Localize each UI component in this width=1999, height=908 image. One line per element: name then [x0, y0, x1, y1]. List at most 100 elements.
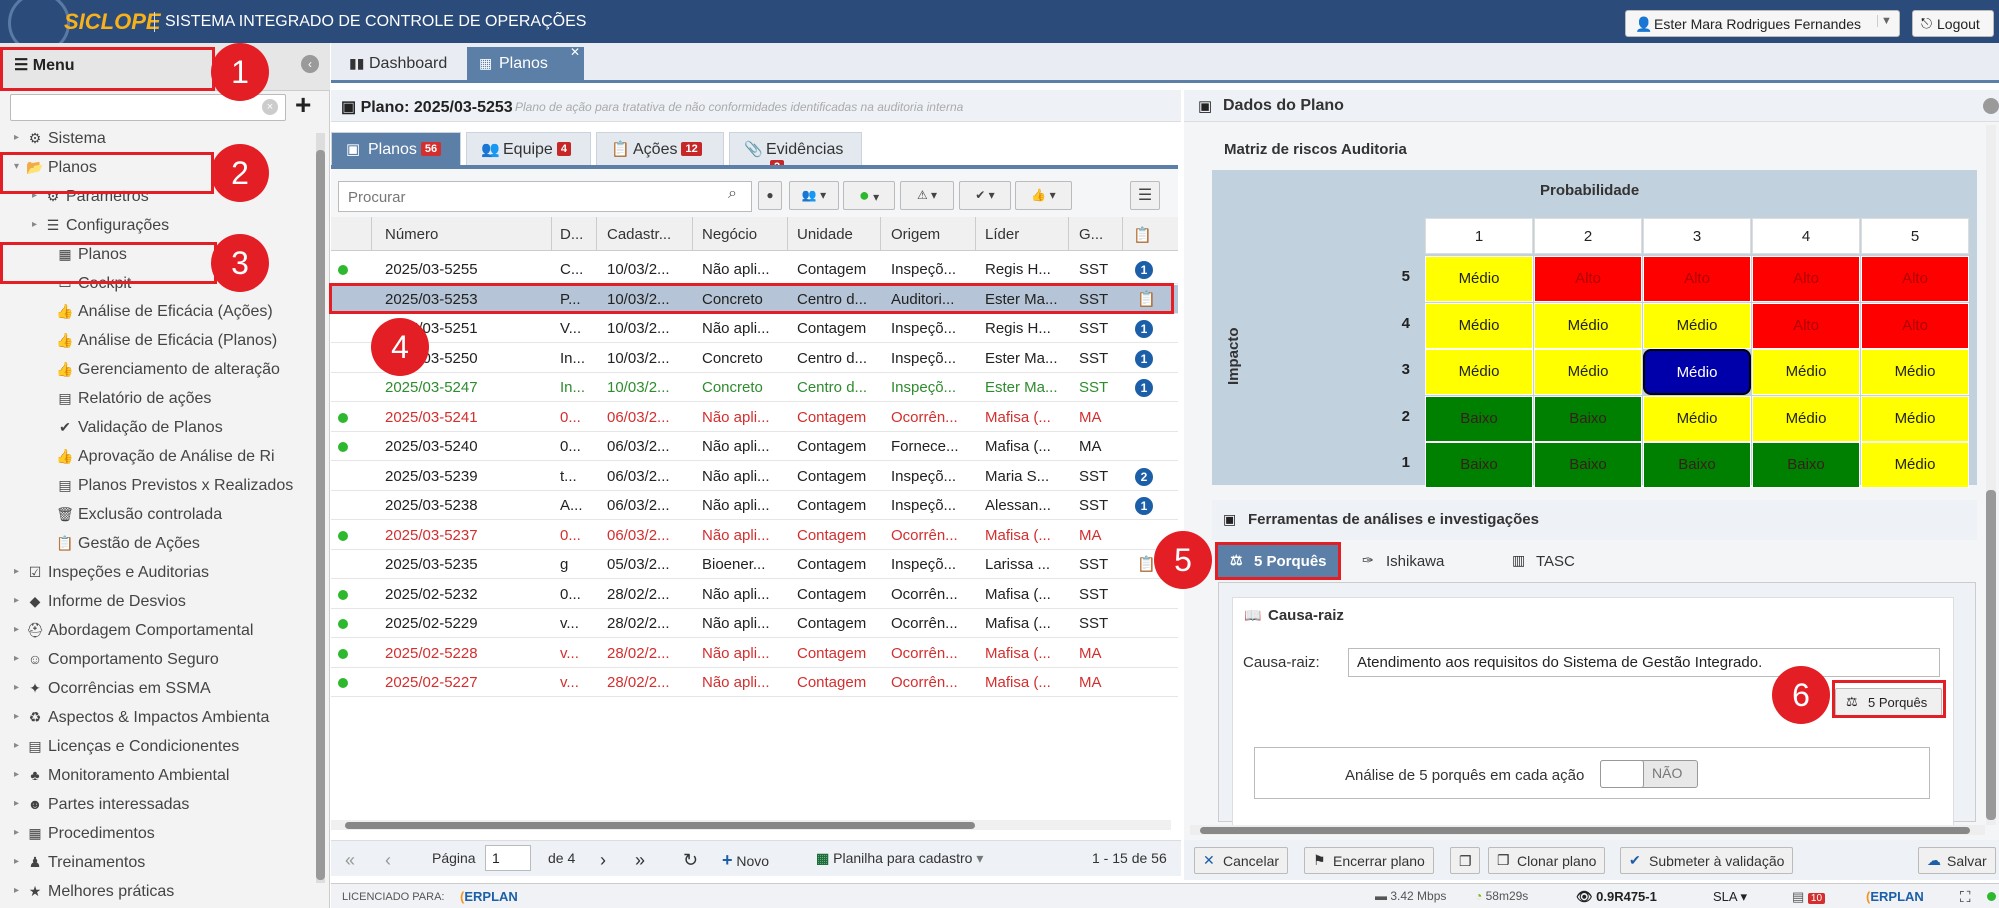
collapse-menu-button[interactable]: ‹: [301, 55, 319, 73]
tab-dashboard[interactable]: ▮▮ Dashboard: [337, 47, 454, 83]
table-row[interactable]: 2025/03-5241 0... 06/03/2... Não apli... Con…: [331, 403, 1178, 432]
subtab-equipe[interactable]: 👥 Equipe 4: [466, 132, 591, 165]
root-cause-input[interactable]: Atendimento aos requisitos do Sistema de…: [1348, 648, 1940, 677]
clone-plan-button[interactable]: ❐ Clonar plano: [1488, 847, 1606, 874]
column-header[interactable]: Líder: [985, 226, 1019, 243]
table-row[interactable]: 2025/03-5235 g 05/03/2... Bioener... Contage…: [331, 550, 1178, 579]
risk-cell[interactable]: Alto: [1861, 256, 1969, 302]
risk-cell[interactable]: Baixo: [1534, 442, 1642, 488]
menu-scrollbar-thumb[interactable]: [316, 150, 325, 880]
menu-item[interactable]: ▸ ◆ Informe de Desvios: [14, 590, 186, 612]
risk-cell[interactable]: Médio: [1861, 395, 1969, 442]
table-row[interactable]: 2025/03-5250 In... 10/03/2... Concreto Centr…: [331, 344, 1178, 373]
table-row[interactable]: 2025/03-5237 0... 06/03/2... Não apli... Con…: [331, 521, 1178, 550]
risk-cell[interactable]: Baixo: [1425, 395, 1533, 442]
menu-item[interactable]: ▸ ☻ Partes interessadas: [14, 793, 189, 815]
column-header[interactable]: Unidade: [797, 226, 853, 243]
add-icon[interactable]: +: [295, 91, 317, 121]
page-number-input[interactable]: 1: [485, 845, 531, 871]
logout-button[interactable]: ⎋ Logout: [1912, 10, 1994, 37]
risk-cell[interactable]: Alto: [1643, 256, 1751, 302]
refresh-icon[interactable]: ↻: [683, 850, 698, 871]
menu-item[interactable]: ▸ ▦ Procedimentos: [14, 822, 155, 844]
table-row[interactable]: 2025/02-5228 v... 28/02/2... Não apli... Con…: [331, 639, 1178, 668]
expand-icon[interactable]: ▸: [14, 851, 26, 873]
expand-icon[interactable]: ▸: [14, 561, 26, 583]
expand-icon[interactable]: ▸: [32, 214, 44, 236]
close-icon[interactable]: ✕: [570, 45, 580, 59]
risk-cell[interactable]: Alto: [1752, 302, 1860, 349]
risk-cell[interactable]: Baixo: [1425, 442, 1533, 488]
risk-cell[interactable]: Médio: [1861, 442, 1969, 488]
check-filter-dropdown[interactable]: ✔ ▾: [959, 181, 1011, 210]
menu-item[interactable]: 🗑 Exclusão controlada: [44, 503, 222, 525]
copy-button[interactable]: ❐: [1450, 847, 1480, 874]
menu-item[interactable]: ▸ ▤ Licenças e Condicionentes: [14, 735, 239, 757]
column-header[interactable]: Origem: [891, 226, 940, 243]
column-header[interactable]: Cadastr...: [607, 226, 671, 243]
action-count-badge[interactable]: 1: [1135, 497, 1153, 515]
risk-cell[interactable]: Alto: [1534, 256, 1642, 302]
expand-icon[interactable]: ▸: [14, 735, 26, 757]
risk-cell[interactable]: Médio: [1425, 256, 1533, 302]
expand-icon[interactable]: ▸: [14, 590, 26, 612]
toggle-knob[interactable]: [1600, 760, 1644, 788]
menu-item[interactable]: ▸ ☑ Inspeções e Auditorias: [14, 561, 209, 583]
risk-cell[interactable]: Médio: [1752, 395, 1860, 442]
menu-item[interactable]: ✔ Validação de Planos: [44, 416, 223, 438]
action-count-badge[interactable]: 2: [1135, 467, 1153, 486]
table-row[interactable]: 2025/03-5238 A... 06/03/2... Não apli... Con…: [331, 491, 1178, 520]
collapse-panel-button[interactable]: [1983, 98, 1999, 114]
expand-icon[interactable]: ▸: [14, 127, 26, 149]
risk-cell[interactable]: Médio: [1425, 349, 1533, 395]
menu-item[interactable]: ▸ ★ Melhores práticas: [14, 880, 174, 902]
expand-icon[interactable]: ▸: [14, 764, 26, 786]
expand-icon[interactable]: ▸: [14, 677, 26, 699]
menu-item[interactable]: 👍 Gerenciamento de alteração: [44, 358, 280, 380]
save-button[interactable]: ☁ Salvar: [1918, 847, 1996, 874]
risk-cell[interactable]: Baixo: [1643, 442, 1751, 488]
menu-item[interactable]: ▸ ☺ Comportamento Seguro: [14, 648, 219, 670]
panel-hscroll-thumb[interactable]: [1200, 827, 1970, 834]
close-plan-button[interactable]: ⚑ Encerrar plano: [1304, 847, 1434, 874]
clear-icon[interactable]: ×: [262, 99, 278, 115]
action-count-badge[interactable]: 1: [1135, 320, 1153, 338]
risk-cell[interactable]: Médio: [1643, 302, 1751, 349]
grid-search-input[interactable]: Procurar: [338, 181, 752, 212]
table-row[interactable]: 2025/03-5251 V... 10/03/2... Não apli... Con…: [331, 314, 1178, 343]
expand-icon[interactable]: ▸: [14, 619, 26, 641]
risk-cell-selected[interactable]: Médio: [1643, 349, 1751, 395]
sla-menu[interactable]: SLA ▾: [1713, 889, 1747, 905]
table-row[interactable]: 2025/03-5255 C... 10/03/2... Não apli... Con…: [331, 255, 1178, 284]
risk-cell[interactable]: Alto: [1861, 302, 1969, 349]
column-header[interactable]: D...: [560, 226, 583, 243]
column-menu-icon[interactable]: ☰: [1130, 181, 1160, 210]
risk-cell[interactable]: Baixo: [1752, 442, 1860, 488]
grid-scrollbar-thumb[interactable]: [345, 822, 975, 829]
action-count-badge[interactable]: 1: [1135, 349, 1153, 368]
last-page-icon[interactable]: »: [635, 850, 645, 871]
menu-item[interactable]: ▸ ✦ Ocorrências em SSMA: [14, 677, 211, 699]
table-row[interactable]: 2025/03-5239 t... 06/03/2... Não apli... Con…: [331, 462, 1178, 491]
expand-icon[interactable]: ▸: [14, 793, 26, 815]
thumbs-filter-dropdown[interactable]: 👍 ▾: [1015, 181, 1072, 210]
menu-item[interactable]: ▸ ♻ Aspectos & Impactos Ambienta: [14, 706, 269, 728]
fullscreen-icon[interactable]: ⛶: [1960, 889, 1971, 906]
risk-cell[interactable]: Alto: [1752, 256, 1860, 302]
table-row[interactable]: 2025/02-5227 v... 28/02/2... Não apli... Con…: [331, 668, 1178, 697]
risk-cell[interactable]: Baixo: [1534, 395, 1642, 442]
menu-item[interactable]: 👍 Análise de Eficácia (Ações): [44, 300, 272, 322]
menu-item[interactable]: ▸ ⛑ Abordagem Comportamental: [14, 619, 253, 641]
menu-item[interactable]: ▤ Relatório de ações: [44, 387, 211, 409]
table-row[interactable]: 2025/02-5229 v... 28/02/2... Não apli... Con…: [331, 609, 1178, 638]
menu-item[interactable]: 👍 Análise de Eficácia (Planos): [44, 329, 277, 351]
table-row[interactable]: 2025/02-5232 0... 28/02/2... Não apli... Con…: [331, 580, 1178, 609]
subtab-planos[interactable]: ▣ Planos 56: [331, 132, 461, 165]
expand-icon[interactable]: ▸: [14, 822, 26, 844]
table-row[interactable]: 2025/03-5247 In... 10/03/2... Concreto Centr…: [331, 373, 1178, 402]
search-icon[interactable]: ⌕: [728, 185, 737, 203]
menu-item[interactable]: 👍 Aprovação de Análise de Ri: [44, 445, 274, 467]
expand-icon[interactable]: ▸: [14, 880, 26, 902]
column-header[interactable]: Negócio: [702, 226, 757, 243]
prev-page-icon[interactable]: ‹: [385, 850, 391, 871]
